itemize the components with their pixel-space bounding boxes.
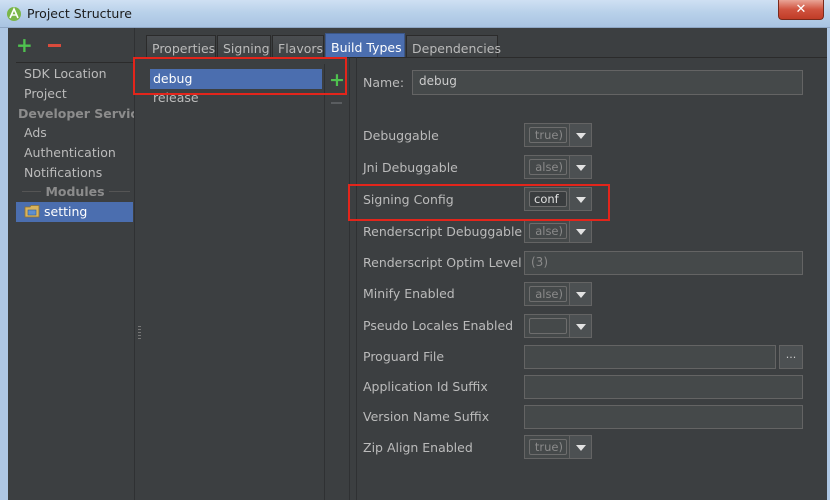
zip-align-label: Zip Align Enabled [363, 440, 473, 455]
remove-icon[interactable] [48, 35, 62, 55]
minify-enabled-value: alse) [529, 286, 567, 302]
window-frame-left [0, 28, 8, 500]
nav-item-setting-module[interactable]: setting [16, 202, 133, 222]
chevron-down-icon[interactable] [570, 155, 592, 179]
jni-debuggable-field: alse) [524, 155, 570, 179]
app-id-suffix-label: Application Id Suffix [363, 379, 488, 394]
minify-enabled-field: alse) [524, 282, 570, 306]
tab-signing[interactable]: Signing [217, 35, 271, 57]
minify-enabled-label: Minify Enabled [363, 286, 455, 301]
zip-align-field: true) [524, 435, 570, 459]
renderscript-optim-label: Renderscript Optim Level [363, 255, 522, 270]
chevron-down-icon[interactable] [570, 314, 592, 338]
renderscript-optim-field[interactable]: (3) [524, 251, 803, 275]
pseudo-locales-label: Pseudo Locales Enabled [363, 318, 514, 333]
panel-divider [356, 57, 357, 500]
tab-properties[interactable]: Properties [146, 35, 216, 57]
window-title: Project Structure [27, 6, 132, 21]
jni-debuggable-value: alse) [529, 159, 567, 175]
panel-divider [349, 57, 350, 500]
app-id-suffix-field[interactable] [524, 375, 803, 399]
debuggable-value: true) [529, 127, 567, 143]
tab-build-types[interactable]: Build Types [325, 33, 405, 57]
zip-align-value: true) [529, 439, 567, 455]
chevron-down-icon[interactable] [570, 282, 592, 306]
pseudo-locales-field [524, 314, 570, 338]
chevron-down-icon[interactable] [570, 219, 592, 243]
add-icon[interactable]: + [16, 35, 33, 55]
build-types-list: debug release [147, 64, 325, 500]
debuggable-label: Debuggable [363, 128, 439, 143]
remove-build-type-icon[interactable] [331, 102, 342, 104]
modules-label: Modules [41, 184, 109, 199]
renderscript-debuggable-value: alse) [529, 223, 567, 239]
pseudo-locales-value [529, 318, 567, 334]
jni-debuggable-combo[interactable]: alse) [524, 155, 592, 179]
renderscript-debuggable-label: Renderscript Debuggable [363, 224, 523, 239]
splitter-grip-icon[interactable] [138, 326, 141, 340]
renderscript-debuggable-combo[interactable]: alse) [524, 219, 592, 243]
nav-item-authentication[interactable]: Authentication [24, 145, 116, 160]
chevron-down-icon[interactable] [570, 123, 592, 147]
nav-item-notifications[interactable]: Notifications [24, 165, 102, 180]
renderscript-debuggable-field: alse) [524, 219, 570, 243]
version-name-suffix-field[interactable] [524, 405, 803, 429]
tab-dependencies[interactable]: Dependencies [406, 35, 501, 57]
debuggable-field: true) [524, 123, 570, 147]
nav-item-ads[interactable]: Ads [24, 125, 47, 140]
nav-item-project[interactable]: Project [24, 86, 67, 101]
highlight-box [133, 57, 347, 95]
proguard-file-label: Proguard File [363, 349, 445, 364]
minify-enabled-combo[interactable]: alse) [524, 282, 592, 306]
version-name-suffix-label: Version Name Suffix [363, 409, 490, 424]
nav-item-setting-label: setting [44, 204, 88, 219]
pseudo-locales-combo[interactable] [524, 314, 592, 338]
name-field[interactable]: debug [412, 70, 803, 95]
tab-flavors[interactable]: Flavors [272, 35, 324, 57]
debuggable-combo[interactable]: true) [524, 123, 592, 147]
nav-header-modules: Modules [16, 184, 134, 199]
chevron-down-icon[interactable] [570, 435, 592, 459]
title-bar: Project Structure ✕ [0, 0, 830, 28]
android-studio-icon [7, 7, 21, 21]
nav-item-sdk-location[interactable]: SDK Location [24, 66, 107, 81]
module-folder-icon [24, 205, 40, 218]
browse-button[interactable]: ... [779, 345, 803, 369]
settings-nav: SDK Location Project Developer Servic...… [16, 62, 134, 500]
jni-debuggable-label: Jni Debuggable [363, 160, 458, 175]
proguard-file-field[interactable] [524, 345, 776, 369]
name-label: Name: [363, 75, 405, 90]
highlight-box [348, 184, 610, 221]
panel-splitter[interactable] [134, 28, 143, 500]
zip-align-combo[interactable]: true) [524, 435, 592, 459]
close-button[interactable]: ✕ [778, 0, 824, 20]
nav-header-developer-services: Developer Servic... [18, 106, 134, 121]
